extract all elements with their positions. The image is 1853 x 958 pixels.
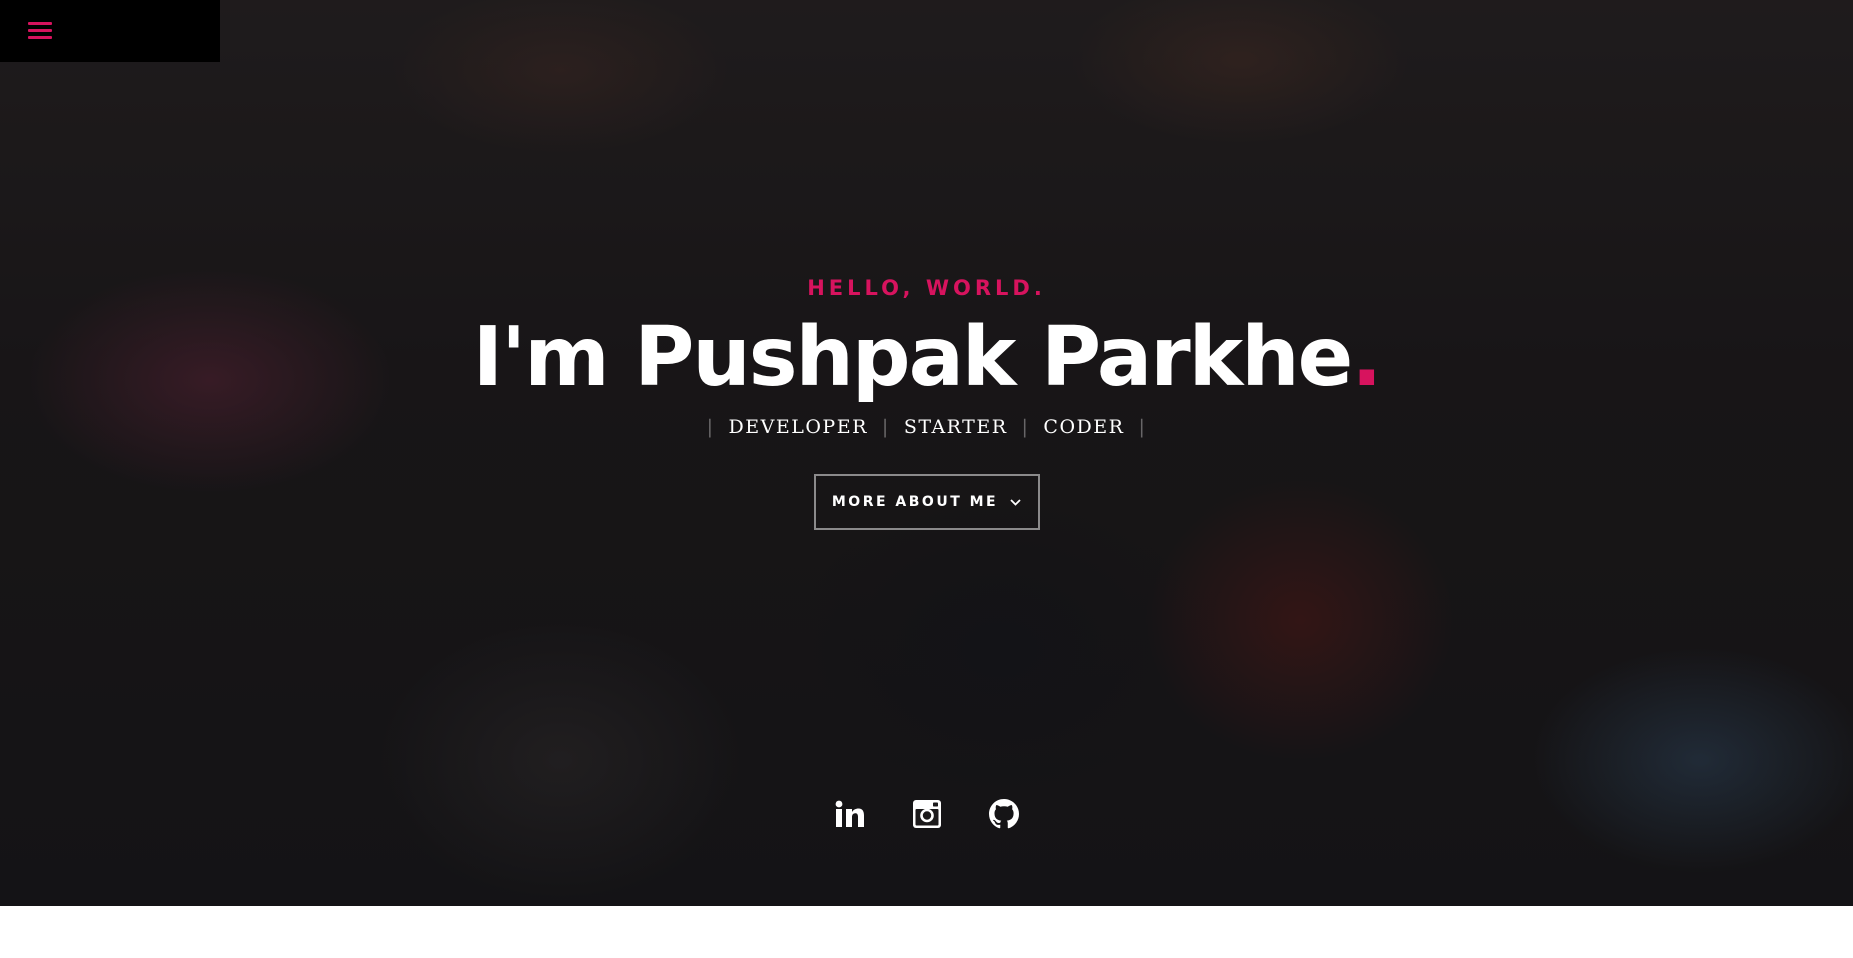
github-icon[interactable]	[988, 798, 1019, 829]
hero-name: I'm Pushpak Parkhe.	[0, 308, 1853, 408]
role-separator: |	[1138, 416, 1147, 438]
more-about-me-label: MORE ABOUT ME	[831, 494, 999, 510]
role-separator: |	[706, 416, 715, 438]
chevron-down-icon	[1010, 495, 1021, 509]
greeting-text: HELLO, WORLD.	[807, 276, 1046, 300]
role-developer: DEVELOPER	[728, 416, 868, 438]
social-links	[0, 798, 1853, 829]
roles-line: | DEVELOPER | STARTER | CODER |	[0, 412, 1853, 442]
hero-section: HELLO, WORLD. I'm Pushpak Parkhe. | DEVEL…	[0, 0, 1853, 906]
linkedin-icon[interactable]	[834, 798, 865, 829]
menu-bar	[0, 0, 220, 62]
role-coder: CODER	[1043, 416, 1125, 438]
hero-name-text: I'm Pushpak Parkhe	[472, 310, 1354, 405]
role-separator: |	[881, 416, 890, 438]
more-about-me-button[interactable]: MORE ABOUT ME	[813, 474, 1040, 530]
instagram-icon[interactable]	[911, 798, 942, 829]
role-starter: STARTER	[903, 416, 1008, 438]
hamburger-menu-icon[interactable]	[28, 20, 52, 42]
intro: HELLO, WORLD. I'm Pushpak Parkhe. | DEVEL…	[0, 270, 1853, 530]
role-separator: |	[1021, 416, 1030, 438]
hero-name-dot: .	[1351, 310, 1382, 405]
